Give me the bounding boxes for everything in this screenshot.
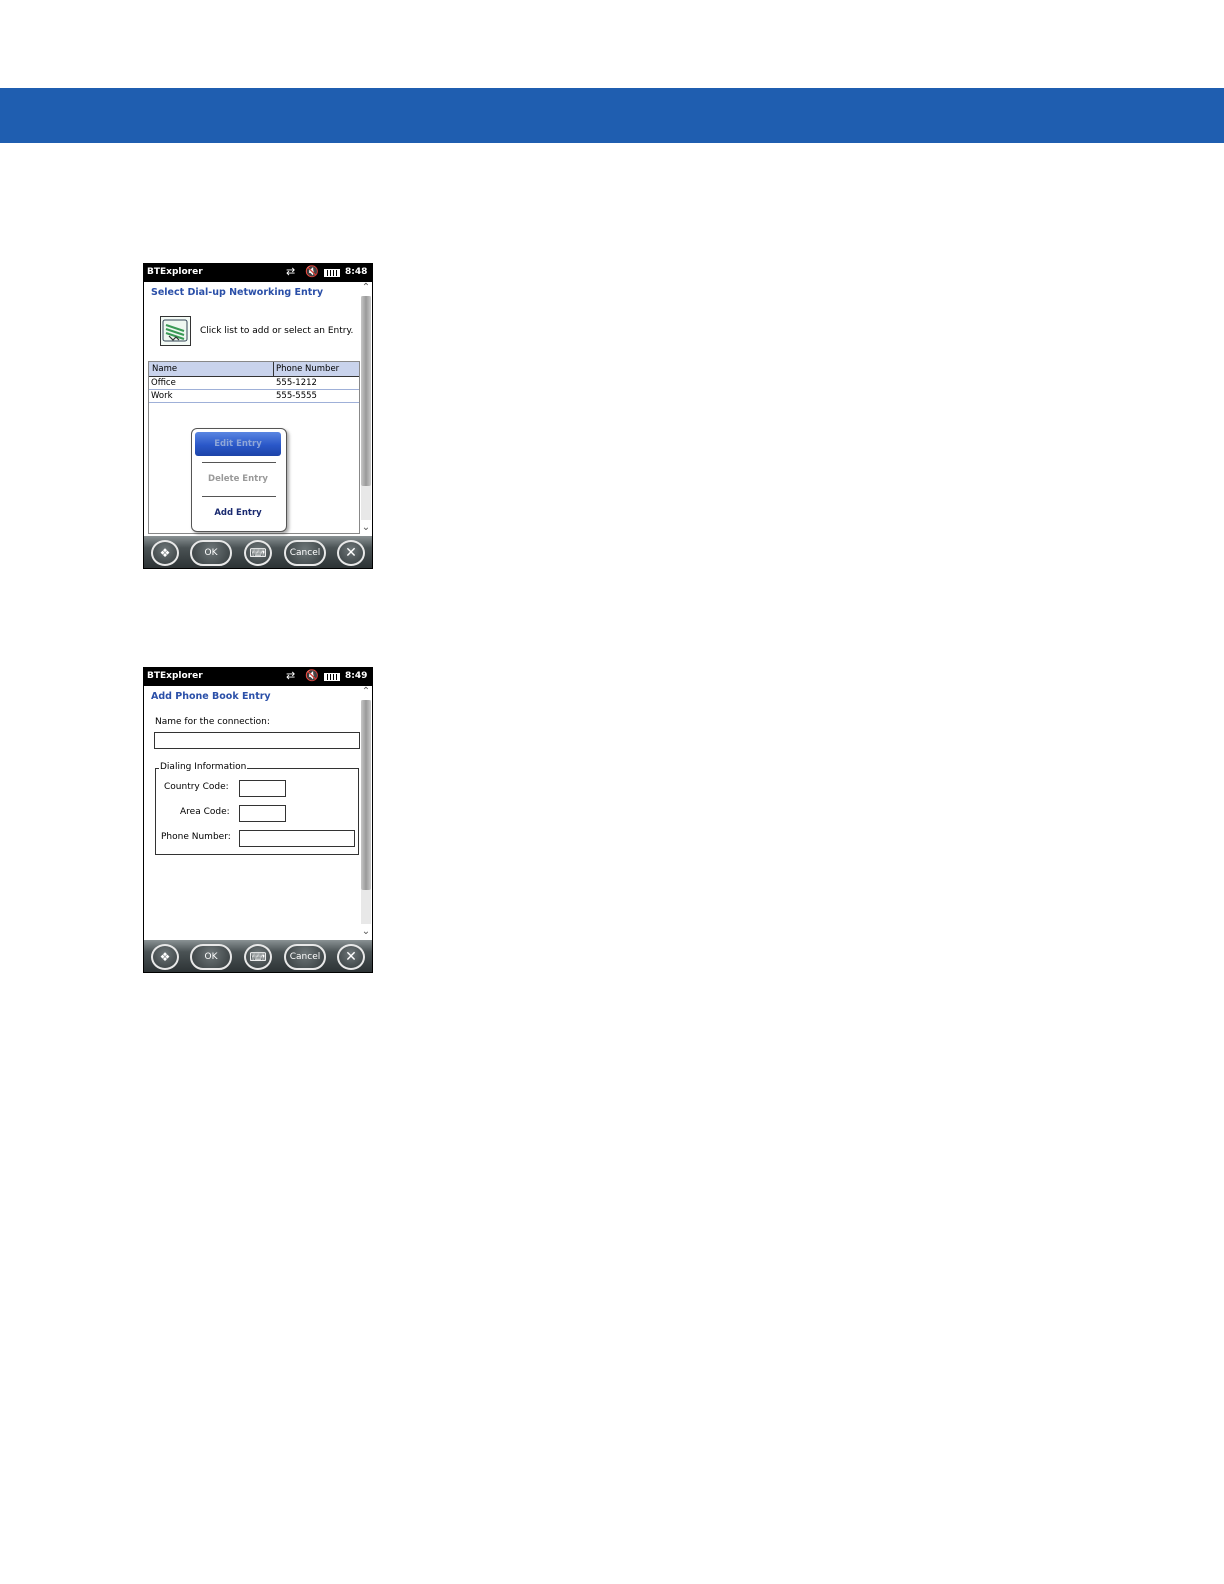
app-title: BTExplorer <box>147 267 203 277</box>
connection-name-input[interactable] <box>154 732 360 749</box>
menu-item-edit-entry[interactable]: Edit Entry <box>195 432 281 456</box>
menu-item-delete-entry[interactable]: Delete Entry <box>195 467 281 491</box>
document-header-band <box>0 88 1224 143</box>
cancel-button[interactable]: Cancel <box>284 944 326 970</box>
country-code-label: Country Code: <box>164 782 229 792</box>
scroll-up-icon[interactable]: ⌃ <box>360 282 372 294</box>
cell-phone: 555-5555 <box>276 391 317 401</box>
sync-icon[interactable]: ⇄ <box>286 669 295 683</box>
battery-icon[interactable] <box>324 269 340 277</box>
dialing-information-group: Dialing Information Country Code: Area C… <box>155 762 359 855</box>
battery-icon[interactable] <box>324 673 340 681</box>
app-title: BTExplorer <box>147 671 203 681</box>
scroll-down-icon[interactable]: ⌄ <box>360 926 372 938</box>
cell-phone: 555-1212 <box>276 378 317 388</box>
connection-name-label: Name for the connection: <box>155 717 270 727</box>
status-bar: BTExplorer ⇄ 🔇 8:48 <box>144 264 372 282</box>
close-icon[interactable]: ✕ <box>337 944 365 970</box>
phone-number-input[interactable] <box>239 830 355 847</box>
instruction-row: Click list to add or select an Entry. <box>160 316 360 348</box>
column-header-phone[interactable]: Phone Number <box>276 364 339 374</box>
vertical-scrollbar[interactable]: ⌃ ⌄ <box>360 686 372 940</box>
column-divider[interactable] <box>273 362 274 377</box>
volume-muted-icon[interactable]: 🔇 <box>305 265 319 279</box>
phone-number-label: Phone Number: <box>161 832 231 842</box>
content-area: Add Phone Book Entry Name for the connec… <box>144 686 360 940</box>
menu-item-add-entry[interactable]: Add Entry <box>195 501 281 525</box>
device-screen-add-entry: BTExplorer ⇄ 🔇 8:49 Add Phone Book Entry… <box>143 667 373 973</box>
context-menu: Edit Entry Delete Entry Add Entry <box>191 428 287 532</box>
area-code-label: Area Code: <box>180 807 230 817</box>
ok-button[interactable]: OK <box>190 540 232 566</box>
sync-icon[interactable]: ⇄ <box>286 265 295 279</box>
list-item[interactable]: Office 555-1212 <box>149 377 359 390</box>
country-code-input[interactable] <box>239 780 286 797</box>
close-icon[interactable]: ✕ <box>337 540 365 566</box>
device-screen-select-entry: BTExplorer ⇄ 🔇 8:48 Select Dial-up Netwo… <box>143 263 373 569</box>
keyboard-icon[interactable]: ⌨ <box>244 944 272 970</box>
cell-name: Work <box>151 391 173 401</box>
area-code-input[interactable] <box>239 805 286 822</box>
menu-separator <box>202 462 276 463</box>
scroll-up-icon[interactable]: ⌃ <box>360 686 372 698</box>
windows-start-icon[interactable]: ❖ <box>151 540 179 566</box>
clock[interactable]: 8:48 <box>345 267 367 277</box>
softkey-bar: ❖ OK ⌨ Cancel ✕ <box>144 536 372 568</box>
windows-start-icon[interactable]: ❖ <box>151 944 179 970</box>
menu-separator <box>202 496 276 497</box>
vertical-scrollbar[interactable]: ⌃ ⌄ <box>360 282 372 536</box>
scroll-down-icon[interactable]: ⌄ <box>360 522 372 534</box>
status-bar: BTExplorer ⇄ 🔇 8:49 <box>144 668 372 686</box>
list-item[interactable]: Work 555-5555 <box>149 390 359 403</box>
cancel-button[interactable]: Cancel <box>284 540 326 566</box>
keyboard-icon[interactable]: ⌨ <box>244 540 272 566</box>
group-title: Dialing Information <box>159 762 248 772</box>
cell-name: Office <box>151 378 176 388</box>
scroll-thumb[interactable] <box>361 700 371 890</box>
instruction-text: Click list to add or select an Entry. <box>200 326 354 336</box>
phonebook-icon <box>160 316 191 346</box>
ok-button[interactable]: OK <box>190 944 232 970</box>
softkey-bar: ❖ OK ⌨ Cancel ✕ <box>144 940 372 972</box>
page-title: Select Dial-up Networking Entry <box>151 287 324 298</box>
volume-muted-icon[interactable]: 🔇 <box>305 669 319 683</box>
column-header-name[interactable]: Name <box>152 364 177 374</box>
scroll-thumb[interactable] <box>361 296 371 486</box>
clock[interactable]: 8:49 <box>345 671 367 681</box>
page-title: Add Phone Book Entry <box>151 691 271 702</box>
list-header: Name Phone Number <box>149 362 359 377</box>
